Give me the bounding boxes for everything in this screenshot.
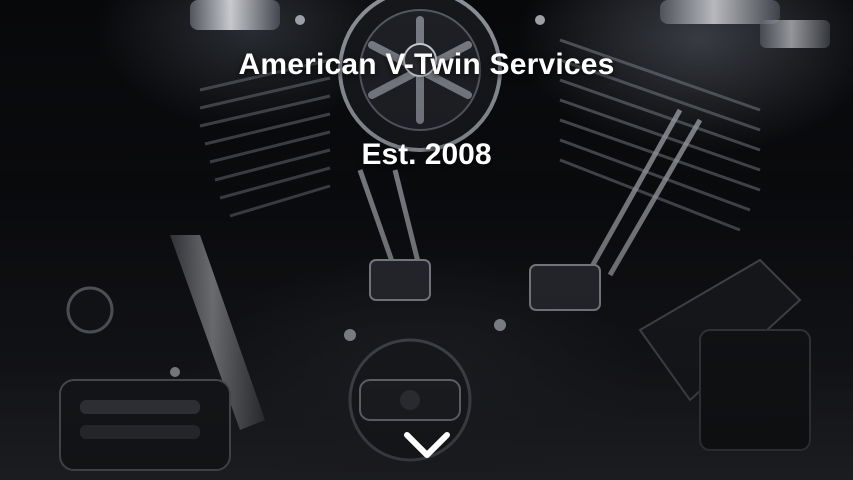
scroll-down-button[interactable] (401, 428, 453, 464)
chevron-down-icon (404, 432, 450, 458)
hero-section: American V-Twin Services Est. 2008 (0, 0, 853, 480)
site-title: American V-Twin Services (238, 48, 615, 81)
established-year: Est. 2008 (361, 138, 492, 171)
